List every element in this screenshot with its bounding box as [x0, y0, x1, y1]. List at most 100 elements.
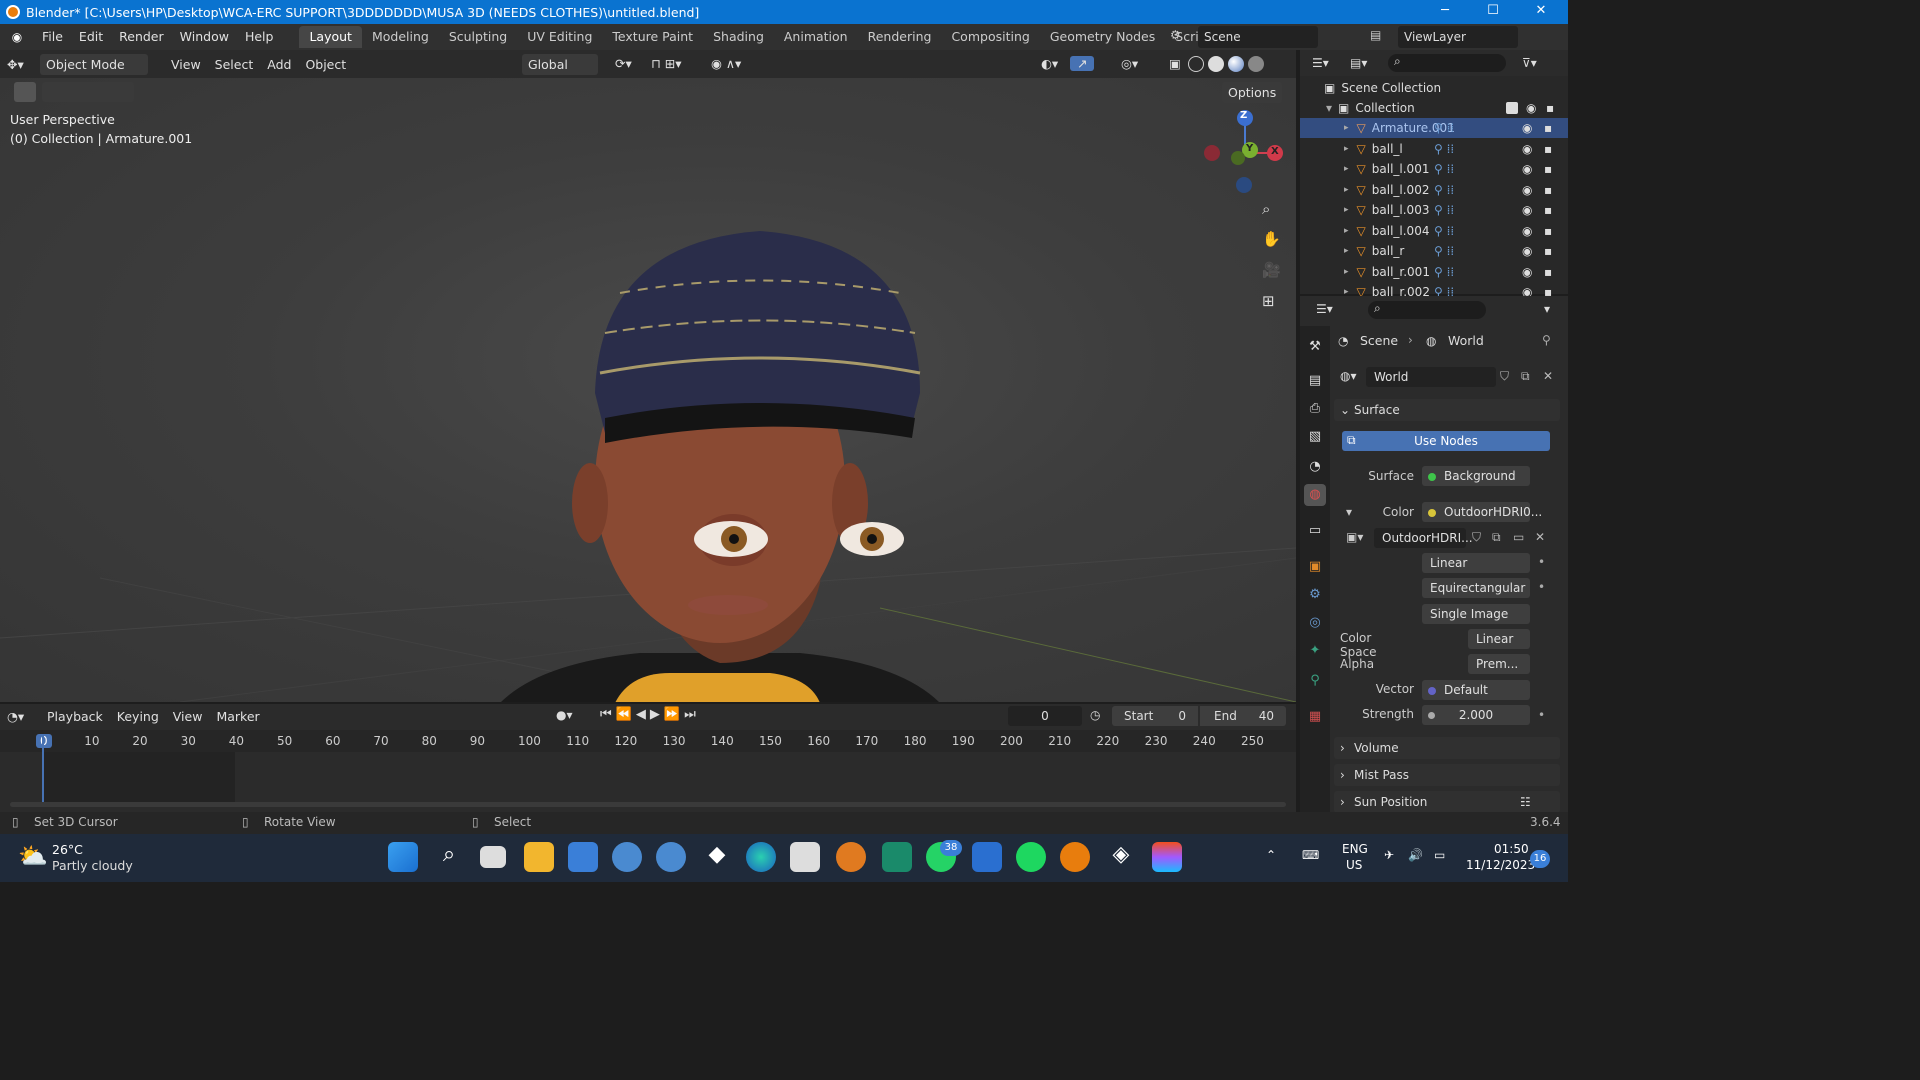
- image-browse-icon[interactable]: ▣▾: [1346, 530, 1363, 544]
- outliner-item[interactable]: ▸ ▽ ball_r.001 ⚲ ⁞⁞ ◉ ▪: [1300, 262, 1568, 282]
- tab-texture-paint[interactable]: Texture Paint: [602, 26, 703, 48]
- use-nodes-button[interactable]: Use Nodes: [1342, 431, 1550, 451]
- render-icon[interactable]: ▪: [1544, 142, 1552, 156]
- start-frame-field[interactable]: Start 0: [1112, 706, 1198, 726]
- notification-badge[interactable]: 16: [1530, 850, 1550, 868]
- scene-selector[interactable]: Scene: [1198, 26, 1318, 48]
- select-tool-icon[interactable]: [14, 82, 36, 102]
- world-tab-icon[interactable]: ◍: [1304, 484, 1326, 506]
- 3d-viewport[interactable]: User Perspective (0) Collection | Armatu…: [0, 78, 1296, 702]
- image-name-field[interactable]: OutdoorHDRI...: [1374, 528, 1473, 548]
- display-mode-icon[interactable]: ▤▾: [1350, 56, 1367, 70]
- select-menu[interactable]: Select: [208, 57, 261, 72]
- task-view-icon[interactable]: [480, 846, 506, 868]
- select-mode-icons[interactable]: [42, 82, 134, 102]
- render-icon[interactable]: ▪: [1546, 101, 1554, 115]
- properties-search-icon[interactable]: ⌕: [1368, 301, 1486, 319]
- keyboard-icon[interactable]: ⌨: [1302, 848, 1319, 862]
- snap-icon[interactable]: ⊓ ⊞▾: [644, 56, 688, 71]
- surface-shader-field[interactable]: Background: [1422, 466, 1530, 486]
- editor-type-icon[interactable]: ✥▾: [0, 57, 40, 72]
- output-tab-icon[interactable]: ⎙: [1304, 398, 1326, 420]
- tab-compositing[interactable]: Compositing: [941, 26, 1039, 48]
- outliner-item[interactable]: ▸ ▽ ball_l.004 ⚲ ⁞⁞ ◉ ▪: [1300, 221, 1568, 241]
- figma-icon[interactable]: [1152, 842, 1182, 872]
- expand-arrow-icon[interactable]: ▸: [1344, 226, 1349, 236]
- eye-icon[interactable]: ◉: [1522, 224, 1532, 238]
- texture-tab-icon[interactable]: ▦: [1304, 706, 1326, 728]
- modifier-icon[interactable]: ⚲ ⁞⁞: [1434, 162, 1454, 176]
- color-space-dropdown[interactable]: Linear: [1468, 629, 1530, 649]
- eye-icon[interactable]: ◉: [1522, 142, 1532, 156]
- collection-row[interactable]: ▾ ▣ Collection ◉ ▪: [1300, 98, 1568, 118]
- render-icon[interactable]: ▪: [1544, 224, 1552, 238]
- clock-time[interactable]: 01:50: [1494, 842, 1529, 856]
- modifier-tab-icon[interactable]: ⚙: [1304, 584, 1326, 606]
- new-image-icon[interactable]: ⧉: [1492, 530, 1501, 545]
- orientation-dropdown[interactable]: Global: [522, 54, 598, 75]
- search-icon[interactable]: ⌕: [434, 842, 464, 872]
- options-chevron-icon[interactable]: ▾: [1544, 302, 1550, 316]
- chevron-up-icon[interactable]: ⌃: [1266, 848, 1276, 862]
- marker-menu[interactable]: Marker: [209, 709, 266, 724]
- godot-icon[interactable]: [612, 842, 642, 872]
- render-icon[interactable]: ▪: [1544, 183, 1552, 197]
- modifier-icon[interactable]: ⚲ ⁞⁞: [1434, 244, 1454, 258]
- surface-panel-header[interactable]: ⌄ Surface: [1334, 399, 1560, 421]
- language-us[interactable]: US: [1346, 858, 1362, 872]
- view-menu[interactable]: View: [164, 57, 208, 72]
- vector-input-field[interactable]: Default: [1422, 680, 1530, 700]
- eye-icon[interactable]: ◉: [1522, 121, 1532, 135]
- eye-icon[interactable]: ◉: [1522, 265, 1532, 279]
- unlink-world-icon[interactable]: ✕: [1543, 369, 1553, 383]
- zoom-icon[interactable]: ⌕: [1262, 200, 1270, 218]
- mode-dropdown[interactable]: Object Mode: [40, 53, 148, 75]
- source-dropdown[interactable]: Single Image: [1422, 604, 1530, 624]
- world-browse-icon[interactable]: ◍▾: [1340, 369, 1357, 383]
- modifier-icon[interactable]: ⚲ ⁞⁞: [1434, 121, 1454, 135]
- modifier-icon[interactable]: ⚲ ⁞⁞: [1434, 224, 1454, 238]
- proportional-edit-icon[interactable]: ◉ ∧▾: [704, 56, 748, 71]
- object-tab-icon[interactable]: ▣: [1304, 556, 1326, 578]
- scene-icon[interactable]: ⚙: [1170, 28, 1181, 42]
- world-name-field[interactable]: World: [1366, 367, 1496, 387]
- eye-icon[interactable]: ◉: [1522, 203, 1532, 217]
- eye-icon[interactable]: ◉: [1522, 162, 1532, 176]
- strength-field[interactable]: 2.000: [1422, 705, 1530, 725]
- filter-icon[interactable]: ⊽▾: [1522, 56, 1537, 70]
- interpolation-dropdown[interactable]: Linear: [1422, 553, 1530, 573]
- weather-temp[interactable]: 26°C: [52, 842, 83, 857]
- collection-checkbox[interactable]: [1506, 102, 1518, 114]
- edge-icon[interactable]: [746, 842, 776, 872]
- constraints-tab-icon[interactable]: ⚲: [1304, 670, 1326, 692]
- expand-arrow-icon[interactable]: ▸: [1344, 123, 1349, 133]
- timeline-scrollbar[interactable]: [10, 802, 1286, 807]
- breadcrumb-world[interactable]: World: [1448, 333, 1484, 348]
- view-layer-tab-icon[interactable]: ▧: [1304, 426, 1326, 448]
- modifier-icon[interactable]: ⚲ ⁞⁞: [1434, 142, 1454, 156]
- modifier-icon[interactable]: ⚲ ⁞⁞: [1434, 265, 1454, 279]
- unity-icon[interactable]: ◈: [1106, 842, 1136, 872]
- store-icon[interactable]: [568, 842, 598, 872]
- volume-icon[interactable]: 🔊: [1408, 848, 1423, 862]
- playback-menu[interactable]: Playback: [40, 709, 110, 724]
- fake-user-icon[interactable]: ⛉: [1500, 369, 1509, 384]
- tab-rendering[interactable]: Rendering: [858, 26, 942, 48]
- pin-icon[interactable]: ⚲: [1542, 333, 1551, 347]
- playback-controls[interactable]: ⏮⏪◀▶⏩⏭: [600, 707, 700, 722]
- add-menu[interactable]: Add: [260, 57, 298, 72]
- menu-render[interactable]: Render: [111, 24, 172, 50]
- scene-collection-row[interactable]: ▣ Scene Collection: [1300, 78, 1568, 98]
- breadcrumb-scene[interactable]: Scene: [1360, 333, 1398, 348]
- material-shading-icon[interactable]: [1228, 56, 1244, 72]
- expand-arrow-icon[interactable]: ▸: [1344, 267, 1349, 277]
- blender-menu-icon[interactable]: ◉: [0, 30, 34, 44]
- outliner-item[interactable]: ▸ ▽ ball_l.001 ⚲ ⁞⁞ ◉ ▪: [1300, 159, 1568, 179]
- fake-user-icon[interactable]: ⛉: [1472, 530, 1481, 545]
- inkscape-icon[interactable]: ◆: [702, 842, 732, 872]
- grid-view-icon[interactable]: ⊞: [1262, 292, 1275, 310]
- app-3-icon[interactable]: [972, 842, 1002, 872]
- outliner-item[interactable]: ▸ ▽ ball_l ⚲ ⁞⁞ ◉ ▪: [1300, 139, 1568, 159]
- unlink-image-icon[interactable]: ✕: [1535, 530, 1545, 544]
- weather-desc[interactable]: Partly cloudy: [52, 858, 133, 873]
